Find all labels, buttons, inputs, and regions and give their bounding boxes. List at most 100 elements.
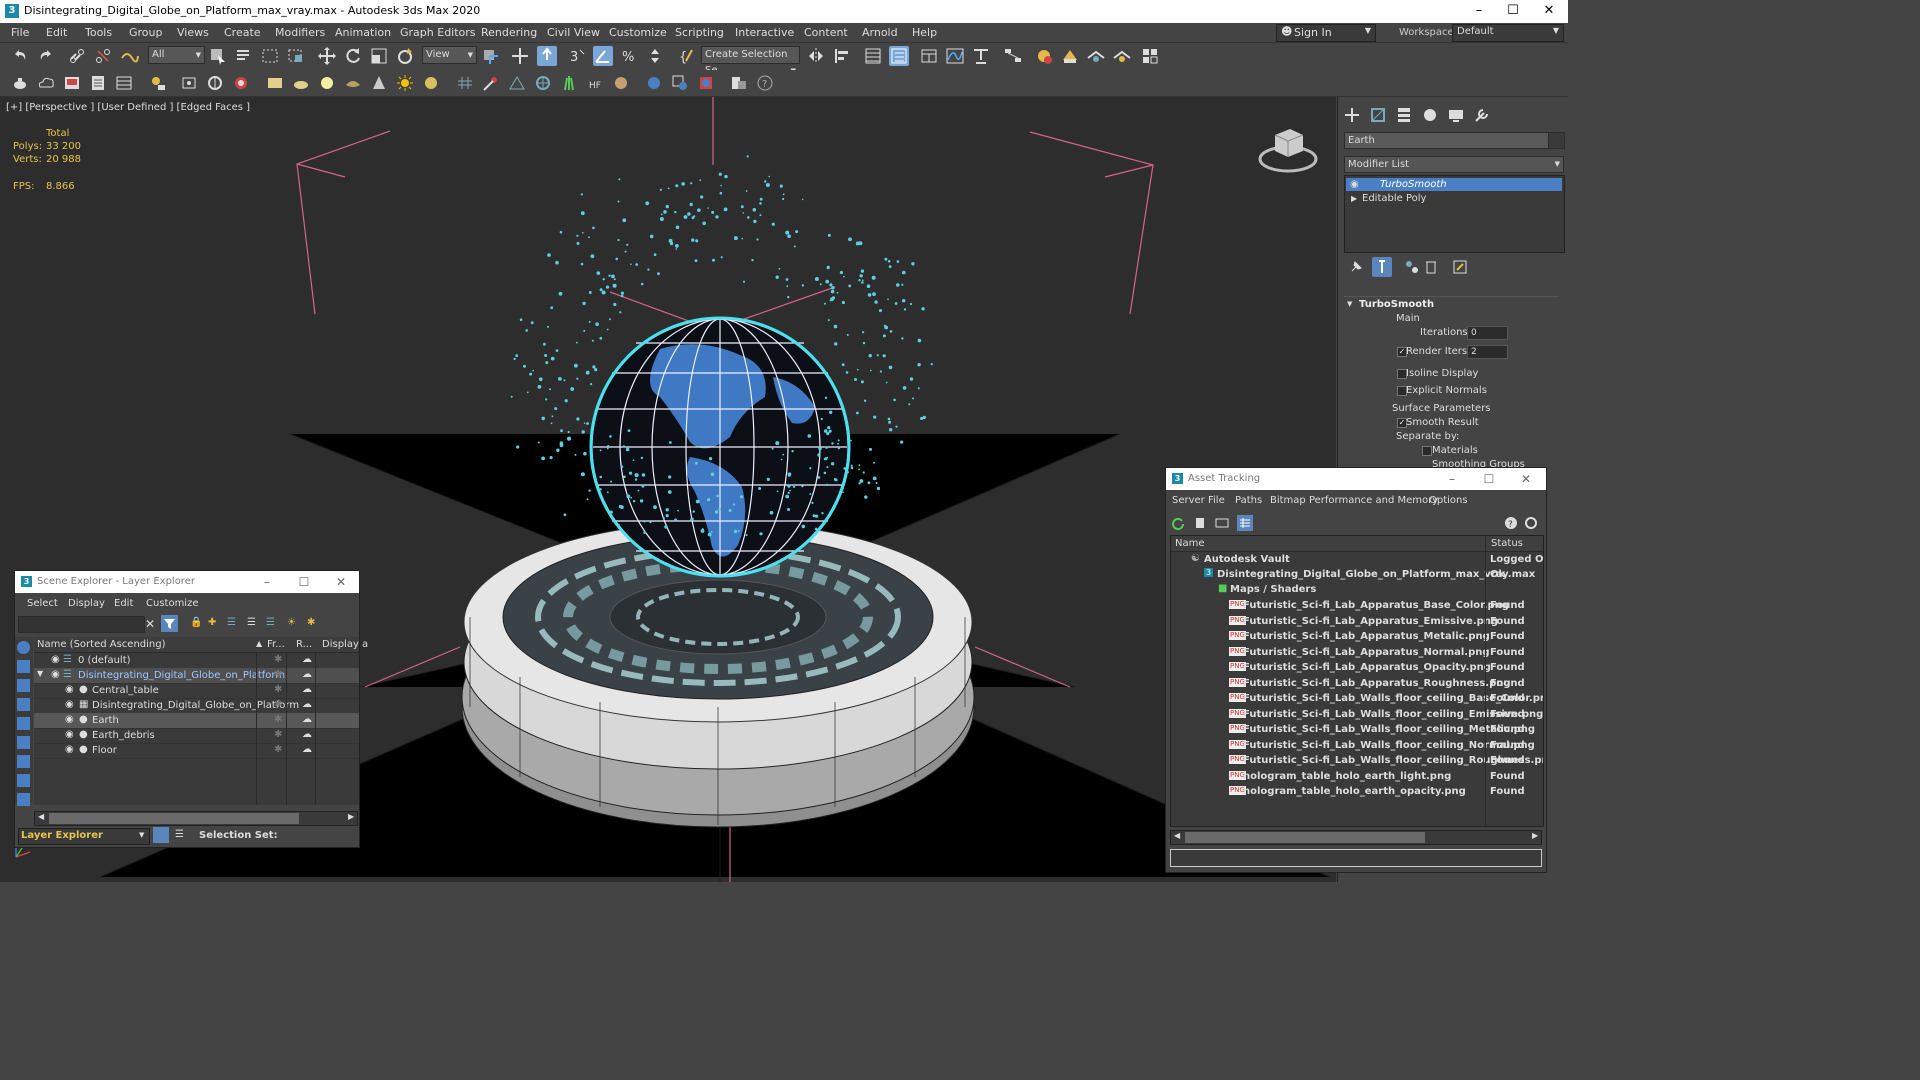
maximize-button[interactable]: ☐ <box>1496 0 1530 23</box>
align-icon[interactable] <box>832 46 852 66</box>
vray-displacement-icon[interactable] <box>507 73 527 93</box>
tree-row[interactable]: ◉ ● Floor ✱ ☁ <box>34 743 359 759</box>
render-iters-spinner[interactable]: 2 <box>1467 345 1508 359</box>
cloud-icon[interactable] <box>36 73 56 93</box>
menu-edit[interactable]: Edit <box>46 26 67 39</box>
display-shapes-icon[interactable] <box>17 660 30 673</box>
asset-row-map[interactable]: PNG Futuristic_Sci-fi_Lab_Walls_floor_cei… <box>1171 722 1543 737</box>
search-input[interactable] <box>18 616 145 633</box>
render-message-icon[interactable] <box>88 73 108 93</box>
unlink-icon[interactable] <box>93 46 113 66</box>
eye-icon[interactable]: ◉ <box>65 699 74 710</box>
menu-animation[interactable]: Animation <box>335 26 391 39</box>
vray-export-icon[interactable] <box>729 73 749 93</box>
tree-row[interactable]: ◉ ● Earth ✱ ☁ <box>34 713 359 729</box>
remove-modifier-icon[interactable] <box>1421 257 1441 277</box>
pivot-center-icon[interactable] <box>480 46 500 66</box>
scale-icon[interactable] <box>369 46 389 66</box>
scrollbar-thumb[interactable] <box>49 813 299 824</box>
asset-row-map[interactable]: PNG Futuristic_Sci-fi_Lab_Apparatus_Rough… <box>1171 676 1543 691</box>
vray-mesh-icon[interactable] <box>533 73 553 93</box>
vray-shell-icon[interactable] <box>611 73 631 93</box>
eye-icon[interactable]: ◉ <box>65 714 74 725</box>
vray-ies-icon[interactable] <box>343 73 363 93</box>
iterations-spinner[interactable]: 0 <box>1467 326 1508 340</box>
display-spacewarps-icon[interactable] <box>17 736 30 749</box>
menu-content[interactable]: Content <box>804 26 848 39</box>
spinner-snap-icon[interactable] <box>645 46 665 66</box>
stack-item-editable-poly[interactable]: ▶ Editable Poly <box>1346 192 1562 205</box>
vray-proxy-icon[interactable] <box>481 73 501 93</box>
select-children-icon[interactable]: ☰ <box>266 617 275 628</box>
eye-icon[interactable]: ◉ <box>65 684 74 695</box>
minimize-button[interactable]: – <box>253 573 281 591</box>
modify-tab-icon[interactable] <box>1368 105 1388 125</box>
add-to-layer-icon[interactable]: ☰ <box>227 617 236 628</box>
asset-row-file[interactable]: 3 Disintegrating_Digital_Globe_on_Platfo… <box>1171 567 1543 582</box>
hide-icon[interactable]: ✱ <box>307 617 315 628</box>
close-button[interactable]: ✕ <box>327 573 355 591</box>
render-production-icon[interactable] <box>1112 46 1132 66</box>
render-setup-icon[interactable] <box>1060 46 1080 66</box>
sign-in-dropdown[interactable]: ☻ Sign In ▼ <box>1276 24 1376 42</box>
highlight-icon[interactable]: ☀ <box>287 617 296 628</box>
rollout-collapse-icon[interactable]: ▼ <box>1347 300 1352 308</box>
vray-hair-icon[interactable]: HF <box>585 73 605 93</box>
vray-settings-icon[interactable] <box>670 73 690 93</box>
horizontal-scrollbar[interactable]: ◀ ▶ <box>34 811 358 826</box>
render-teapot-icon[interactable]: ☁ <box>302 714 312 725</box>
show-end-result-icon[interactable] <box>1372 257 1392 277</box>
modifier-list-dropdown[interactable]: Modifier List ▼ <box>1344 156 1564 173</box>
tree-row[interactable]: ▼ ◉ ☰ Disintegrating_Digital_Globe_on_Pl… <box>34 668 359 684</box>
vray-fb-icon[interactable] <box>179 73 199 93</box>
undo-icon[interactable] <box>10 46 30 66</box>
asset-row-map[interactable]: PNG Futuristic_Sci-fi_Lab_Walls_floor_cei… <box>1171 707 1543 722</box>
asset-row-map[interactable]: PNG Futuristic_Sci-fi_Lab_Apparatus_Metal… <box>1171 629 1543 644</box>
horizontal-scrollbar[interactable]: ◀ ▶ <box>1170 830 1542 845</box>
display-helpers-icon[interactable] <box>17 717 30 730</box>
motion-tab-icon[interactable] <box>1420 105 1440 125</box>
turbosmooth-rollout-title[interactable]: TurboSmooth <box>1359 299 1434 310</box>
help-icon[interactable]: ? <box>755 73 775 93</box>
column-status[interactable]: Status <box>1491 538 1523 549</box>
menu-views[interactable]: Views <box>177 26 209 39</box>
display-lights-icon[interactable] <box>17 679 30 692</box>
freeze-icon[interactable]: ✱ <box>274 744 282 755</box>
minimize-button[interactable]: – <box>1438 470 1466 488</box>
eye-icon[interactable]: ◉ <box>65 744 74 755</box>
scrollbar-thumb[interactable] <box>1185 832 1425 843</box>
menu-rendering[interactable]: Rendering <box>481 26 537 39</box>
asset-row-map[interactable]: PNG hologram_table_holo_earth_opacity.png… <box>1171 784 1543 799</box>
lock-icon[interactable]: 🔒 <box>190 617 202 628</box>
display-groups-icon[interactable] <box>17 755 30 768</box>
rotate-icon[interactable] <box>343 46 363 66</box>
tree-row[interactable]: ◉ ● Central_table ✱ ☁ <box>34 683 359 699</box>
display-cameras-icon[interactable] <box>17 698 30 711</box>
utilities-tab-icon[interactable] <box>1472 105 1492 125</box>
tree-row[interactable]: ◉ ☰ 0 (default) ✱ ☁ <box>34 653 359 669</box>
light-lister-icon[interactable] <box>148 73 168 93</box>
dope-sheet-icon[interactable] <box>971 46 991 66</box>
grid-view-icon[interactable] <box>1237 515 1253 531</box>
vray-fur-icon[interactable] <box>455 73 475 93</box>
asset-row-map[interactable]: PNG Futuristic_Sci-fi_Lab_Walls_floor_cei… <box>1171 753 1543 768</box>
viewport-label[interactable]: [+] [Perspective ] [User Defined ] [Edge… <box>6 102 250 113</box>
menu-create[interactable]: Create <box>224 26 261 39</box>
frame-buffer-icon[interactable] <box>114 73 134 93</box>
asset-row-map[interactable]: PNG hologram_table_holo_earth_light.png Fo… <box>1171 769 1543 784</box>
menu-server[interactable]: Server <box>1172 495 1205 506</box>
sort-icon[interactable]: ☰ <box>175 829 184 840</box>
scroll-right-icon[interactable]: ▶ <box>348 812 354 821</box>
menu-customize[interactable]: Customize <box>609 26 667 39</box>
menu-tools[interactable]: Tools <box>85 26 112 39</box>
make-unique-icon[interactable] <box>1402 257 1422 277</box>
eye-icon[interactable]: ◉ <box>51 654 60 665</box>
table-view-icon[interactable] <box>1215 516 1229 530</box>
keyboard-shortcut-toggle-icon[interactable] <box>537 46 557 66</box>
move-icon[interactable] <box>317 46 337 66</box>
close-button[interactable]: ✕ <box>1512 470 1540 488</box>
mirror-icon[interactable] <box>806 46 826 66</box>
edit-named-selection-icon[interactable]: { <box>676 46 696 66</box>
menu-edit[interactable]: Edit <box>114 598 133 609</box>
render-teapot-icon[interactable]: ☁ <box>302 654 312 665</box>
